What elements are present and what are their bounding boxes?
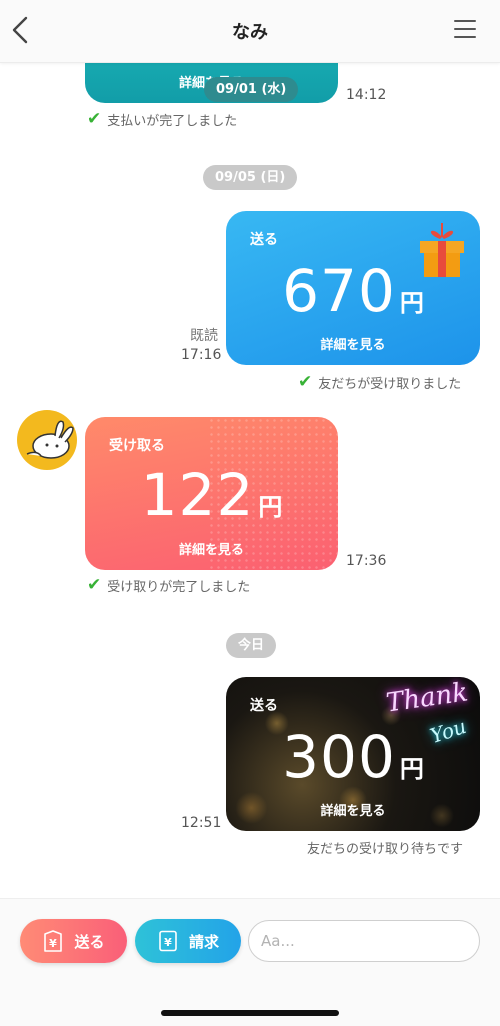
card-type-label: 送る bbox=[250, 698, 278, 714]
payment-status-text: 支払いが完了しました bbox=[107, 113, 238, 129]
card-amount: 300 bbox=[282, 723, 396, 791]
page-title: なみ bbox=[232, 22, 268, 43]
request-button-label: 請求 bbox=[188, 932, 219, 951]
message-time: 12:51 bbox=[181, 815, 222, 831]
send-card-300[interactable]: 送る Thank You 300 円 詳細を見る bbox=[226, 677, 480, 831]
menu-icon[interactable] bbox=[454, 20, 476, 40]
payment-status-text: 受け取りが完了しました bbox=[107, 579, 251, 595]
card-type-label: 送る bbox=[250, 232, 278, 248]
check-icon: ✔ bbox=[87, 109, 102, 129]
currency-label: 円 bbox=[399, 755, 424, 783]
composer-bar: ¥ 送る ¥ 請求 bbox=[0, 898, 500, 1026]
receive-card-122[interactable]: 受け取る 122 円 詳細を見る bbox=[85, 417, 338, 570]
send-card-670[interactable]: 送る 670 円 詳細を見る bbox=[226, 211, 480, 365]
message-time: 14:12 bbox=[346, 87, 387, 103]
check-icon: ✔ bbox=[87, 575, 102, 595]
send-button-label: 送る bbox=[74, 932, 105, 951]
message-time: 17:36 bbox=[346, 553, 387, 569]
date-chip-overlay: 09/01 (水) bbox=[204, 77, 299, 102]
message-input[interactable] bbox=[248, 920, 480, 962]
svg-text:¥: ¥ bbox=[50, 937, 58, 950]
currency-label: 円 bbox=[258, 493, 283, 521]
read-receipt: 既読 bbox=[190, 328, 218, 344]
yen-document-icon: ¥ bbox=[159, 930, 177, 952]
check-icon: ✔ bbox=[298, 372, 313, 392]
date-separator: 今日 bbox=[226, 633, 277, 658]
card-amount: 670 bbox=[282, 257, 396, 325]
yen-envelope-icon: ¥ bbox=[44, 930, 63, 952]
payment-status: ✔ 友だちが受け取りました bbox=[298, 372, 461, 392]
chat-area[interactable]: 詳細を見る 09/01 (水) 14:12 ✔ 支払いが完了しました 09/05… bbox=[0, 0, 500, 898]
payment-status-text: 友だちの受け取り待ちです bbox=[307, 842, 464, 857]
currency-label: 円 bbox=[399, 289, 424, 317]
card-amount: 122 bbox=[140, 461, 255, 529]
payment-status: ✔ 受け取りが完了しました bbox=[87, 575, 250, 595]
card-detail-link[interactable]: 詳細を見る bbox=[226, 800, 480, 819]
payment-status: ✔ 支払いが完了しました bbox=[87, 109, 237, 129]
send-button[interactable]: ¥ 送る bbox=[20, 919, 127, 963]
request-button[interactable]: ¥ 請求 bbox=[135, 919, 241, 963]
home-indicator[interactable] bbox=[161, 1010, 339, 1016]
card-detail-link[interactable]: 詳細を見る bbox=[226, 334, 480, 353]
rabbit-icon bbox=[26, 420, 74, 459]
svg-text:¥: ¥ bbox=[164, 936, 172, 949]
avatar[interactable] bbox=[17, 410, 77, 470]
message-time: 17:16 bbox=[181, 347, 222, 363]
app-header: なみ bbox=[0, 0, 500, 63]
payment-status-text: 友だちが受け取りました bbox=[318, 376, 462, 392]
date-separator: 09/05 (日) bbox=[203, 165, 298, 190]
card-type-label: 受け取る bbox=[109, 438, 165, 454]
card-detail-link[interactable]: 詳細を見る bbox=[85, 539, 338, 558]
